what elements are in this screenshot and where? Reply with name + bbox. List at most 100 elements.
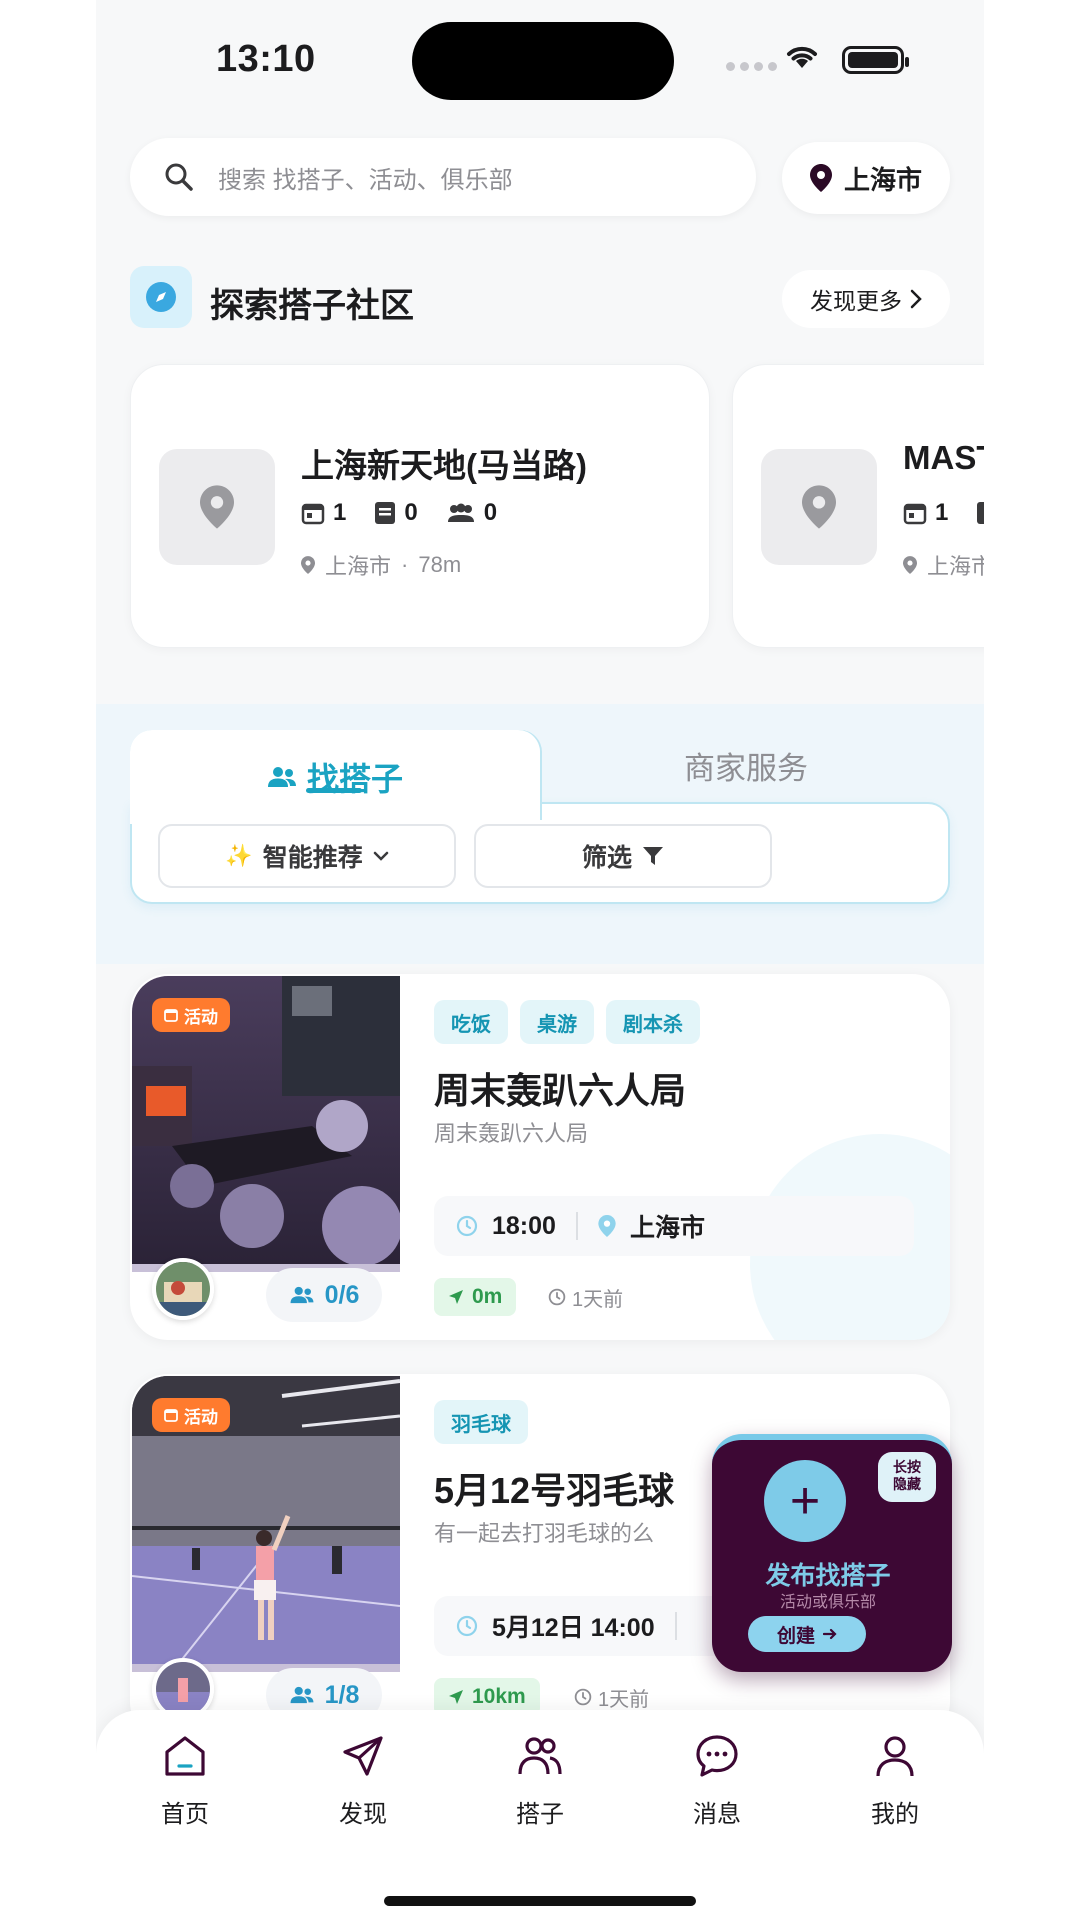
nav-discover[interactable]: 发现 — [303, 1732, 423, 1829]
venue-events-count: 1 — [935, 499, 949, 526]
posted-ago-value: 1天前 — [572, 1288, 624, 1311]
location-pin-icon — [200, 485, 234, 529]
nav-partners[interactable]: 搭子 — [480, 1732, 600, 1829]
post-description: 周末轰趴六人局 — [434, 1121, 589, 1146]
chevron-down-icon — [373, 851, 388, 861]
nav-discover-label: 发现 — [339, 1801, 387, 1828]
clock-icon — [574, 1688, 592, 1706]
battery-icon — [842, 46, 909, 74]
sort-dropdown[interactable]: ✨ 智能推荐 — [158, 824, 456, 888]
post-card[interactable]: 活动 0/6 吃饭 桌游 剧本杀 周末轰趴六人局 周末轰趴六人局 18:00 上… — [130, 974, 950, 1340]
tag[interactable]: 羽毛球 — [434, 1400, 528, 1444]
calendar-icon — [164, 1409, 178, 1422]
long-press-hide-hint[interactable]: 长按 隐藏 — [878, 1452, 936, 1502]
post-time: 18:00 — [492, 1211, 556, 1240]
nav-profile[interactable]: 我的 — [835, 1732, 955, 1829]
clock-icon — [548, 1288, 566, 1306]
participant-count-value: 1/8 — [324, 1680, 360, 1709]
venue-card[interactable]: 上海新天地(马当路) 1 0 0 上海市 · 78m — [130, 364, 710, 648]
venue-name: 上海新天地(马当路) — [301, 447, 587, 484]
message-icon — [696, 1735, 738, 1777]
tab-find-partner-label: 找搭子 — [306, 761, 403, 797]
venue-city: 上海市 — [325, 554, 392, 579]
calendar-icon — [301, 503, 325, 525]
tab-indicator — [306, 788, 362, 793]
publish-partner-card[interactable]: + 长按 隐藏 发布找搭子 活动或俱乐部 创建 — [712, 1434, 952, 1672]
arrow-right-icon — [823, 1628, 837, 1640]
city-selector-button[interactable]: 上海市 — [782, 142, 950, 214]
publish-subtitle: 活动或俱乐部 — [779, 1594, 876, 1611]
post-description: 有一起去打羽毛球的么 — [434, 1521, 655, 1546]
dynamic-island — [412, 22, 674, 100]
discover-more-button[interactable]: 发现更多 — [782, 270, 950, 328]
search-input[interactable]: 搜索 找搭子、活动、俱乐部 — [130, 138, 756, 216]
nav-home[interactable]: 首页 — [125, 1732, 245, 1829]
tag-list: 羽毛球 — [434, 1400, 528, 1444]
plus-icon[interactable]: + — [764, 1460, 846, 1542]
distance-value: 0m — [472, 1285, 503, 1308]
sort-label: 智能推荐 — [262, 844, 363, 872]
nav-messages-label: 消息 — [693, 1801, 741, 1828]
group-icon — [267, 767, 296, 787]
post-icon — [375, 502, 396, 524]
venue-location: 上海市 — [903, 549, 984, 581]
group-icon — [290, 1686, 314, 1704]
navigation-arrow-icon — [449, 1690, 463, 1704]
city-label: 上海市 — [843, 164, 922, 195]
post-icon — [977, 502, 984, 524]
post-title: 周末轰趴六人局 — [434, 1070, 687, 1111]
post-place: 上海市 — [629, 1214, 705, 1242]
activity-badge: 活动 — [152, 1398, 230, 1432]
create-button[interactable]: 创建 — [748, 1616, 866, 1652]
tab-panel: 找搭子 商家服务 ✨ 智能推荐 筛选 — [130, 730, 950, 904]
chevron-right-icon — [910, 289, 922, 309]
activity-badge-label: 活动 — [184, 1007, 218, 1027]
clock-icon — [456, 1215, 478, 1237]
navigation-arrow-icon — [449, 1290, 463, 1304]
tag[interactable]: 剧本杀 — [606, 1000, 700, 1044]
divider — [575, 1212, 578, 1240]
tag[interactable]: 桌游 — [520, 1000, 594, 1044]
venue-distance: 78m — [418, 552, 462, 577]
user-icon — [876, 1736, 914, 1777]
venue-thumbnail — [159, 449, 275, 565]
venue-card[interactable]: MAST 1 上海市 — [732, 364, 984, 648]
tab-find-partner[interactable]: 找搭子 — [130, 730, 540, 824]
hold-line-1: 长按 — [893, 1459, 921, 1475]
nav-home-label: 首页 — [161, 1801, 209, 1828]
users-icon — [518, 1737, 562, 1775]
home-indicator — [384, 1896, 696, 1906]
posted-ago-value: 1天前 — [598, 1688, 650, 1711]
home-icon — [165, 1736, 205, 1776]
sparkle-icon: ✨ — [225, 843, 253, 868]
avatar[interactable] — [152, 1258, 214, 1320]
calendar-icon — [903, 503, 927, 525]
wifi-icon — [787, 46, 817, 68]
venue-posts-count: 0 — [404, 499, 418, 526]
distance-badge: 0m — [434, 1278, 517, 1316]
nav-partners-label: 搭子 — [516, 1801, 564, 1828]
clock-icon — [456, 1615, 478, 1637]
status-time: 13:10 — [216, 38, 316, 80]
hold-line-2: 隐藏 — [893, 1476, 921, 1492]
location-pin-icon — [598, 1215, 616, 1237]
post-meta: 18:00 上海市 — [434, 1196, 914, 1256]
participant-count: 0/6 — [266, 1268, 382, 1322]
venue-location: 上海市 · 78m — [301, 549, 461, 581]
tab-merchant-services[interactable]: 商家服务 — [542, 730, 950, 800]
tag[interactable]: 吃饭 — [434, 1000, 508, 1044]
signal-icon — [726, 62, 777, 71]
search-placeholder: 搜索 找搭子、活动、俱乐部 — [218, 166, 513, 194]
venue-events-count: 1 — [333, 499, 347, 526]
activity-badge: 活动 — [152, 998, 230, 1032]
search-icon — [165, 163, 193, 191]
venue-thumbnail — [761, 449, 877, 565]
distance-value: 10km — [472, 1685, 526, 1708]
filter-button[interactable]: 筛选 — [474, 824, 772, 888]
discover-more-label: 发现更多 — [810, 288, 902, 314]
location-pin-icon — [809, 164, 832, 192]
nav-messages[interactable]: 消息 — [657, 1732, 777, 1829]
create-label: 创建 — [776, 1625, 815, 1647]
posted-ago: 1天前 — [548, 1278, 623, 1316]
bottom-navigation: 首页 发现 搭子 消息 我的 — [96, 1710, 984, 1920]
